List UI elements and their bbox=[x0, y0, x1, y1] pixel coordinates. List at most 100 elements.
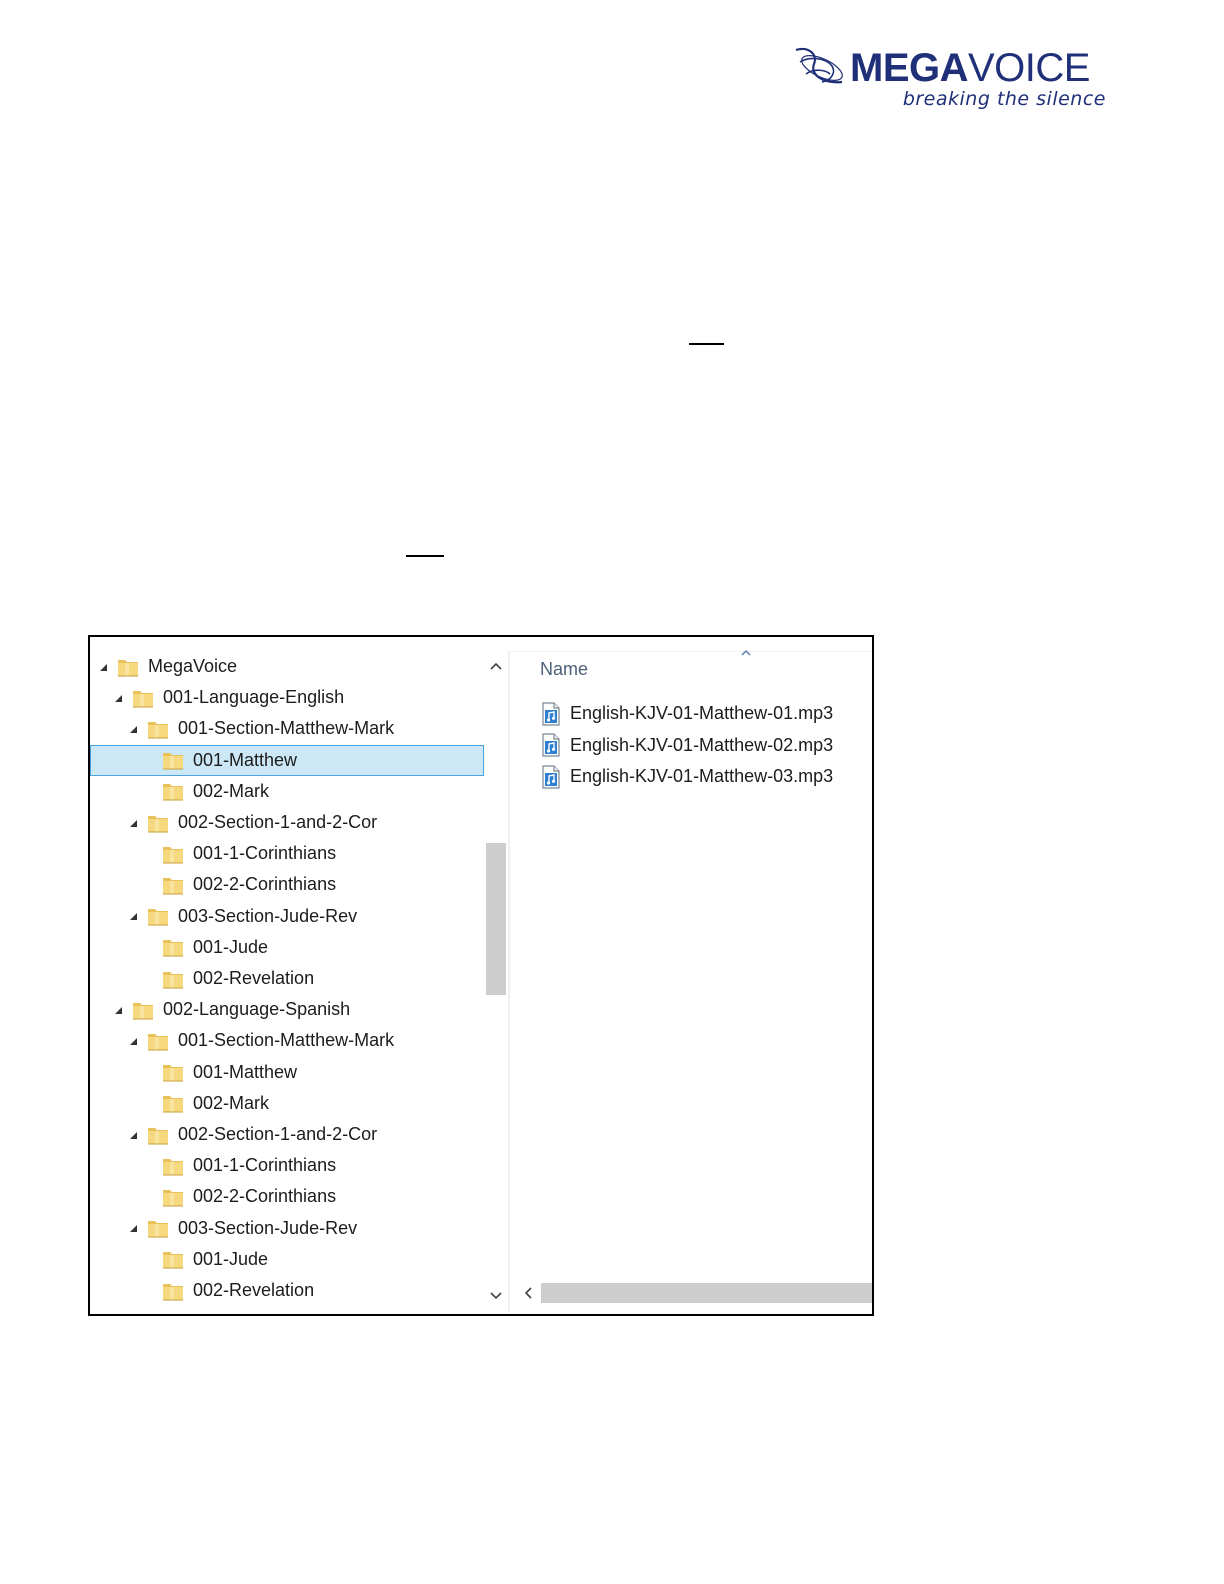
tree-item-label: 002-Revelation bbox=[193, 968, 315, 988]
header-separator bbox=[510, 651, 872, 652]
tree-item[interactable]: 001-1-Corinthians bbox=[90, 838, 484, 869]
tree-item-label: 002-Mark bbox=[193, 780, 270, 801]
megavoice-logo: MEGAVOICE breaking the silence bbox=[792, 44, 1110, 114]
folder-icon bbox=[161, 936, 185, 958]
folder-tree[interactable]: MegaVoice 001-Language-English 001-Section… bbox=[90, 651, 486, 1311]
tree-item[interactable]: 001-Section-Matthew-Mark bbox=[90, 1025, 484, 1056]
folder-icon bbox=[131, 687, 155, 709]
folder-icon bbox=[146, 812, 170, 834]
tree-item[interactable]: 002-Mark bbox=[90, 1088, 484, 1119]
tree-item[interactable]: 001-Matthew bbox=[90, 1057, 484, 1088]
expanded-arrow-icon[interactable] bbox=[128, 818, 138, 828]
tree-item[interactable]: 002-Section-1-and-2-Cor bbox=[90, 1119, 484, 1150]
expander-placeholder bbox=[143, 1192, 153, 1202]
folder-icon bbox=[146, 905, 170, 927]
tree-item-label: 001-1-Corinthians bbox=[193, 1155, 337, 1176]
expander-placeholder bbox=[143, 880, 153, 890]
underline-mark bbox=[406, 555, 444, 557]
scrollbar-thumb[interactable] bbox=[541, 1283, 872, 1303]
expander-placeholder bbox=[143, 849, 153, 859]
tree-item[interactable]: 002-Revelation bbox=[90, 963, 484, 994]
tree-item-label: 003-Section-Jude-Rev bbox=[178, 905, 358, 926]
chevron-left-icon[interactable] bbox=[516, 1282, 540, 1304]
expander-placeholder bbox=[143, 1098, 153, 1108]
folder-icon bbox=[116, 656, 140, 678]
folder-icon bbox=[146, 1124, 170, 1146]
expanded-arrow-icon[interactable] bbox=[128, 724, 138, 734]
tree-item-label: 002-Section-1-and-2-Cor bbox=[178, 812, 378, 832]
tree-item[interactable]: 003-Section-Jude-Rev bbox=[90, 901, 484, 932]
expander-placeholder bbox=[143, 1161, 153, 1171]
audio-file-icon bbox=[540, 701, 562, 726]
folder-icon bbox=[161, 968, 185, 990]
file-item[interactable]: English-KJV-01-Matthew-02.mp3 bbox=[540, 730, 833, 761]
folder-icon bbox=[161, 1092, 185, 1114]
tree-item[interactable]: 001-Language-English bbox=[90, 682, 484, 713]
sort-ascending-icon bbox=[741, 649, 751, 656]
tree-item-label: 002-2-Corinthians bbox=[193, 874, 337, 895]
file-list-horizontal-scrollbar[interactable] bbox=[516, 1282, 872, 1304]
tree-item-label: 002-2-Corinthians bbox=[193, 1186, 337, 1207]
file-list-pane: Name English-KJV-01-Matthew-01.mp3 Englis… bbox=[510, 637, 872, 1314]
tree-item[interactable]: 001-Matthew bbox=[90, 744, 484, 776]
expander-placeholder bbox=[143, 1254, 153, 1264]
underline-mark bbox=[689, 343, 724, 345]
chevron-up-icon[interactable] bbox=[485, 655, 507, 677]
tree-item-label: 001-Matthew bbox=[193, 1061, 298, 1082]
tree-item[interactable]: 003-Section-Jude-Rev bbox=[90, 1213, 484, 1244]
file-item[interactable]: English-KJV-01-Matthew-03.mp3 bbox=[540, 761, 833, 792]
expanded-arrow-icon[interactable] bbox=[128, 1223, 138, 1233]
chevron-down-icon[interactable] bbox=[485, 1285, 507, 1307]
tree-item-label: 001-Section-Matthew-Mark bbox=[178, 718, 395, 739]
tree-item[interactable]: 001-Section-Matthew-Mark bbox=[90, 713, 484, 744]
folder-icon bbox=[161, 780, 185, 802]
tree-vertical-scrollbar[interactable] bbox=[485, 651, 507, 1311]
brand-wordmark: MEGAVOICE bbox=[850, 46, 1090, 90]
tree-item-label: 002-Section-1-and-2-Cor bbox=[178, 1124, 378, 1144]
tree-item[interactable]: MegaVoice bbox=[90, 651, 484, 682]
expanded-arrow-icon[interactable] bbox=[113, 1005, 123, 1015]
brand-tagline: breaking the silence bbox=[902, 88, 1106, 110]
scrollbar-thumb[interactable] bbox=[486, 843, 506, 995]
tree-item[interactable]: 002-2-Corinthians bbox=[90, 869, 484, 900]
brand-part-2: VOICE bbox=[968, 46, 1090, 90]
tree-item-label: MegaVoice bbox=[148, 656, 238, 676]
tree-item[interactable]: 002-Mark bbox=[90, 776, 484, 807]
tree-item-label: 001-1-Corinthians bbox=[193, 843, 337, 864]
expander-placeholder bbox=[143, 1286, 153, 1296]
expander-placeholder bbox=[143, 942, 153, 952]
folder-icon bbox=[131, 999, 155, 1021]
tree-item[interactable]: 002-Language-Spanish bbox=[90, 994, 484, 1025]
tree-item-label: 001-Jude bbox=[193, 1248, 269, 1269]
file-name: English-KJV-01-Matthew-01.mp3 bbox=[570, 703, 834, 723]
expanded-arrow-icon[interactable] bbox=[128, 1036, 138, 1046]
tree-item-label: 001-Language-English bbox=[163, 687, 345, 708]
tree-item[interactable]: 001-Jude bbox=[90, 932, 484, 963]
expander-placeholder bbox=[143, 974, 153, 984]
tree-item[interactable]: 002-2-Corinthians bbox=[90, 1181, 484, 1212]
expanded-arrow-icon[interactable] bbox=[113, 693, 123, 703]
folder-icon bbox=[161, 843, 185, 865]
name-column-header[interactable]: Name bbox=[540, 659, 588, 680]
folder-icon bbox=[161, 1186, 185, 1208]
tree-item-label: 002-Mark bbox=[193, 1092, 270, 1113]
expander-placeholder bbox=[143, 755, 153, 765]
file-item[interactable]: English-KJV-01-Matthew-01.mp3 bbox=[540, 698, 833, 729]
tree-item[interactable]: 001-Jude bbox=[90, 1244, 484, 1275]
tree-item-label: 003-Section-Jude-Rev bbox=[178, 1217, 358, 1238]
tree-item[interactable]: 001-1-Corinthians bbox=[90, 1150, 484, 1181]
tree-item-label: 002-Revelation bbox=[193, 1280, 315, 1300]
file-name: English-KJV-01-Matthew-03.mp3 bbox=[570, 766, 834, 786]
folder-icon bbox=[146, 718, 170, 740]
folder-icon bbox=[146, 1030, 170, 1052]
tree-item[interactable]: 002-Revelation bbox=[90, 1275, 484, 1306]
tree-item-label: 001-Section-Matthew-Mark bbox=[178, 1030, 395, 1051]
folder-icon bbox=[161, 749, 185, 771]
folder-icon bbox=[161, 1248, 185, 1270]
expanded-arrow-icon[interactable] bbox=[128, 911, 138, 921]
expanded-arrow-icon[interactable] bbox=[128, 1130, 138, 1140]
tree-item[interactable]: 002-Section-1-and-2-Cor bbox=[90, 807, 484, 838]
expanded-arrow-icon[interactable] bbox=[98, 662, 108, 672]
expander-placeholder bbox=[143, 786, 153, 796]
folder-icon bbox=[161, 1280, 185, 1302]
